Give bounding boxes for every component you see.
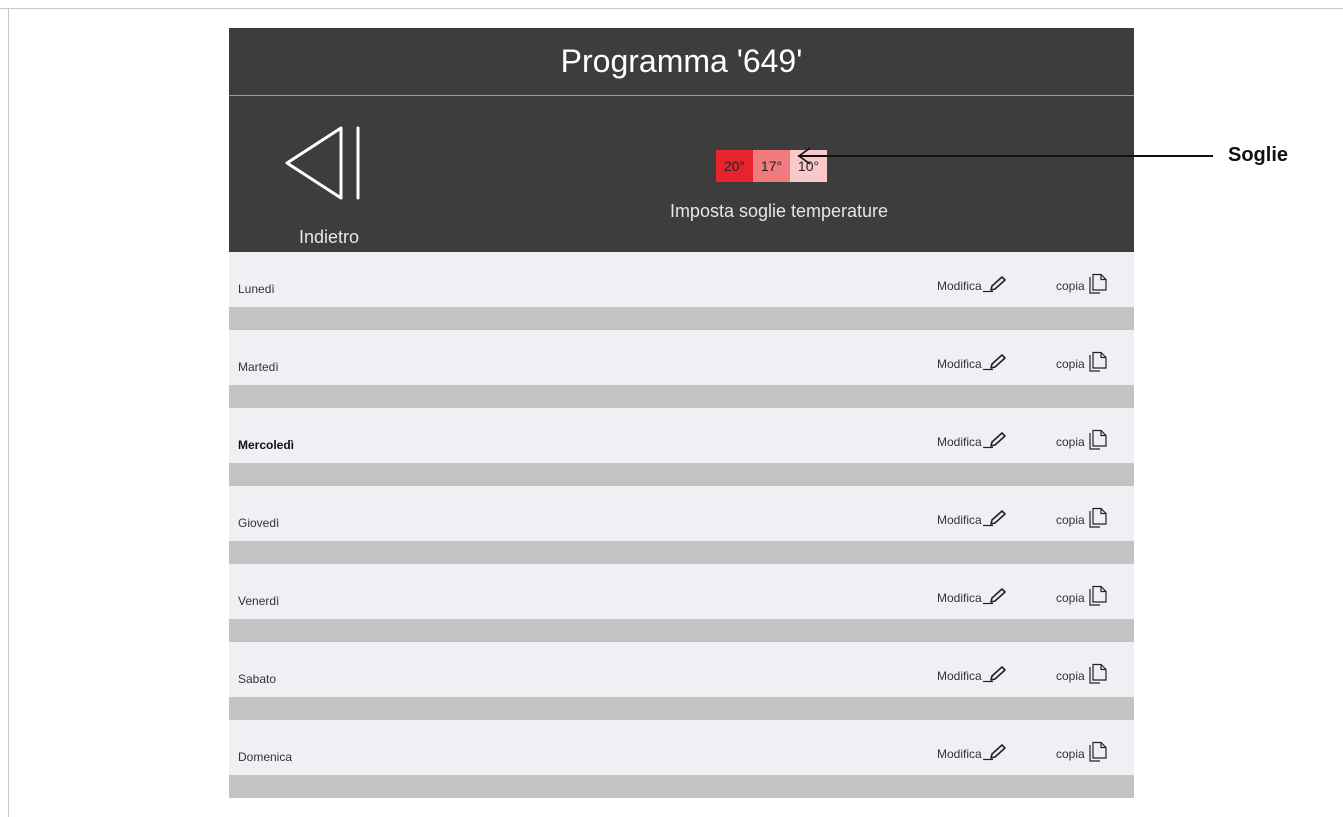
callout-line (798, 155, 1213, 157)
pencil-icon (982, 431, 1008, 452)
row-separator (229, 697, 1134, 720)
row-separator (229, 307, 1134, 330)
pencil-icon (982, 353, 1008, 374)
copy-day-button[interactable]: copia (1056, 741, 1108, 766)
copy-label: copia (1056, 356, 1085, 371)
day-name: Lunedì (238, 282, 275, 296)
day-name: Domenica (238, 750, 293, 764)
program-panel: Programma '649' Indietro 20° 17° 10° Imp… (229, 28, 1134, 798)
pencil-icon (982, 743, 1008, 764)
copy-day-button[interactable]: copia (1056, 663, 1108, 688)
row-separator (229, 775, 1134, 798)
day-name: Venerdì (238, 594, 280, 608)
edit-day-button[interactable]: Modifica (937, 431, 1008, 452)
pencil-icon (982, 587, 1008, 608)
program-title: Programma '649' (560, 43, 803, 79)
day-name: Martedì (238, 360, 279, 374)
edit-day-button[interactable]: Modifica (937, 509, 1008, 530)
copy-day-button[interactable]: copia (1056, 351, 1108, 376)
day-row: Lunedì Modifica copia (229, 252, 1134, 307)
copy-icon (1088, 507, 1108, 532)
thresholds-label: Imposta soglie temperature (669, 201, 889, 221)
day-row: Domenica Modifica copia (229, 720, 1134, 775)
day-row: Venerdì Modifica copia (229, 564, 1134, 619)
pencil-icon (982, 665, 1008, 686)
edit-label: Modifica (937, 512, 982, 527)
copy-icon (1088, 273, 1108, 298)
edit-label: Modifica (937, 434, 982, 449)
copy-day-button[interactable]: copia (1056, 429, 1108, 454)
threshold-swatch-mid: 17° (753, 150, 790, 182)
copy-icon (1088, 351, 1108, 376)
frame-left-border (8, 8, 9, 817)
copy-day-button[interactable]: copia (1056, 585, 1108, 610)
pencil-icon (982, 275, 1008, 296)
threshold-swatch-high: 20° (716, 150, 753, 182)
copy-label: copia (1056, 278, 1085, 293)
copy-label: copia (1056, 668, 1085, 683)
day-name: Mercoledì (238, 438, 295, 452)
edit-label: Modifica (937, 278, 982, 293)
row-separator (229, 385, 1134, 408)
copy-icon (1088, 741, 1108, 766)
day-row: Mercoledì Modifica copia (229, 408, 1134, 463)
callout-arrowhead-icon (797, 147, 811, 165)
row-separator (229, 619, 1134, 642)
pencil-icon (982, 509, 1008, 530)
day-row: Martedì Modifica copia (229, 330, 1134, 385)
copy-day-button[interactable]: copia (1056, 507, 1108, 532)
back-arrow-icon (285, 126, 360, 200)
copy-day-button[interactable]: copia (1056, 273, 1108, 298)
edit-label: Modifica (937, 356, 982, 371)
row-separator (229, 541, 1134, 564)
edit-day-button[interactable]: Modifica (937, 353, 1008, 374)
edit-label: Modifica (937, 668, 982, 683)
day-row: Giovedì Modifica copia (229, 486, 1134, 541)
back-button[interactable]: Indietro (269, 122, 389, 247)
day-name: Giovedì (238, 516, 280, 530)
frame-top-border (0, 8, 1343, 9)
program-toolbar: Indietro 20° 17° 10° Imposta soglie temp… (229, 96, 1134, 252)
copy-label: copia (1056, 512, 1085, 527)
edit-day-button[interactable]: Modifica (937, 743, 1008, 764)
row-separator (229, 463, 1134, 486)
edit-day-button[interactable]: Modifica (937, 275, 1008, 296)
copy-label: copia (1056, 590, 1085, 605)
edit-day-button[interactable]: Modifica (937, 665, 1008, 686)
program-header: Programma '649' (229, 28, 1134, 96)
edit-label: Modifica (937, 590, 982, 605)
copy-label: copia (1056, 746, 1085, 761)
copy-icon (1088, 585, 1108, 610)
day-row: Sabato Modifica copia (229, 642, 1134, 697)
thresholds-button[interactable]: 20° 17° 10° Imposta soglie temperature (609, 96, 949, 252)
day-name: Sabato (238, 672, 277, 686)
copy-icon (1088, 429, 1108, 454)
day-list: Lunedì Modifica copia Martedì Modifica copia M… (229, 252, 1134, 798)
back-label: Indietro (298, 227, 360, 247)
edit-label: Modifica (937, 746, 982, 761)
edit-day-button[interactable]: Modifica (937, 587, 1008, 608)
copy-label: copia (1056, 434, 1085, 449)
copy-icon (1088, 663, 1108, 688)
callout-label: Soglie (1228, 144, 1289, 166)
